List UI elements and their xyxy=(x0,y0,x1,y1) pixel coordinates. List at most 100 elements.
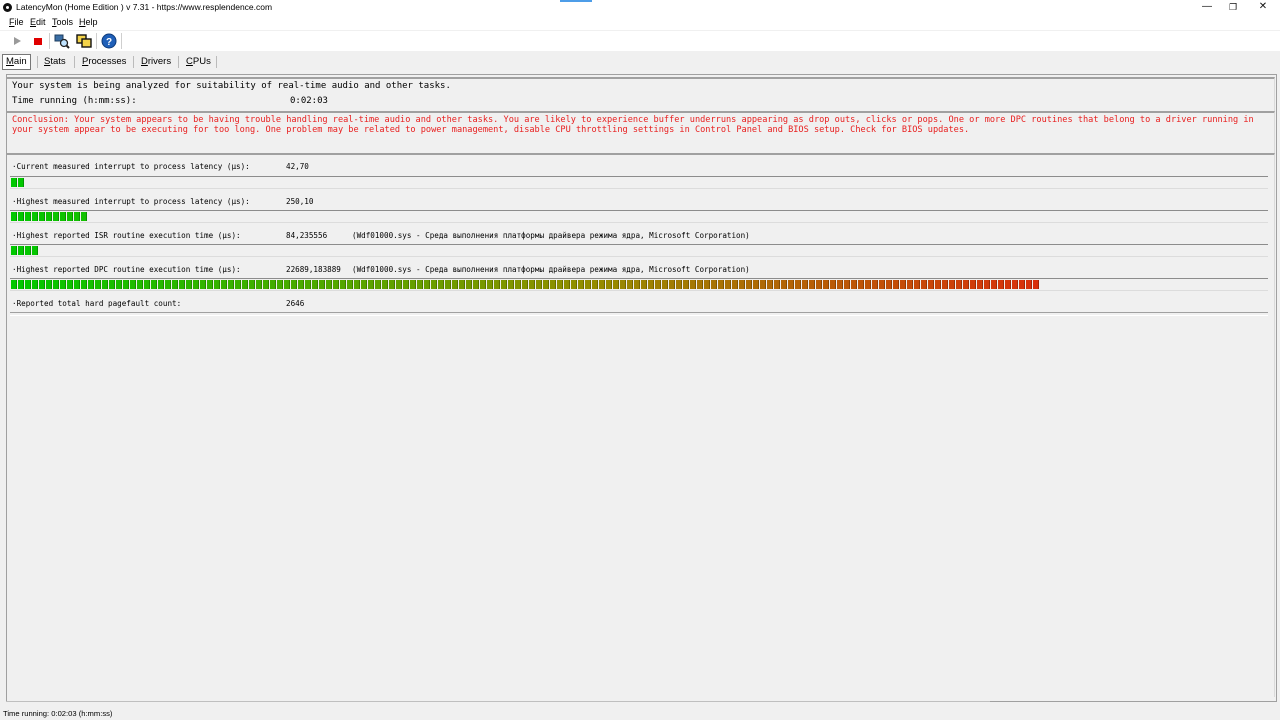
bar-segment xyxy=(907,280,913,289)
window-title: LatencyMon (Home Edition ) v 7.31 - http… xyxy=(16,2,273,12)
dpc-time-bar-fill xyxy=(11,280,1040,289)
tab-processes[interactable]: Processes xyxy=(79,55,129,69)
bar-segment xyxy=(550,280,556,289)
highest-latency-value: 250,10 xyxy=(286,197,314,206)
stop-icon xyxy=(34,38,42,45)
tab-main[interactable]: Main xyxy=(2,54,31,70)
tab-bar: Main Stats Processes Drivers CPUs xyxy=(0,52,1280,72)
bar-segment xyxy=(522,280,528,289)
driver-search-button[interactable] xyxy=(54,33,70,49)
bar-segment xyxy=(515,280,521,289)
bar-segment xyxy=(235,280,241,289)
bar-segment xyxy=(102,280,108,289)
windows-button[interactable] xyxy=(76,33,92,49)
bar-segment xyxy=(46,280,52,289)
bar-segment xyxy=(732,280,738,289)
menu-tools[interactable]: Tools xyxy=(52,17,73,27)
bar-segment xyxy=(760,280,766,289)
play-icon xyxy=(14,37,21,45)
bar-segment xyxy=(32,246,38,255)
bar-segment xyxy=(11,212,17,221)
bar-segment xyxy=(242,280,248,289)
bar-segment xyxy=(158,280,164,289)
bar-segment xyxy=(592,280,598,289)
dpc-driver-info: (Wdf01000.sys - Среда выполнения платфор… xyxy=(352,265,750,274)
bar-segment xyxy=(697,280,703,289)
tab-separator xyxy=(133,56,134,68)
tab-drivers[interactable]: Drivers xyxy=(138,55,174,69)
horizontal-scrollbar[interactable] xyxy=(6,701,990,705)
menu-edit[interactable]: Edit xyxy=(30,17,46,27)
bar-segment xyxy=(704,280,710,289)
bar-segment xyxy=(340,280,346,289)
menu-file[interactable]: File xyxy=(9,17,24,27)
bar-segment xyxy=(81,280,87,289)
bar-segment xyxy=(914,280,920,289)
bar-segment xyxy=(634,280,640,289)
bar-segment xyxy=(179,280,185,289)
toolbar-separator xyxy=(121,33,122,49)
bar-segment xyxy=(130,280,136,289)
bar-segment xyxy=(11,246,17,255)
bar-segment xyxy=(669,280,675,289)
tab-separator xyxy=(178,56,179,68)
bar-segment xyxy=(11,280,17,289)
bar-segment xyxy=(487,280,493,289)
close-button[interactable]: ✕ xyxy=(1246,0,1280,15)
bar-segment xyxy=(956,280,962,289)
bar-segment xyxy=(25,212,31,221)
bar-segment xyxy=(270,280,276,289)
analysis-status-text: Your system is being analyzed for suitab… xyxy=(12,81,451,91)
bar-segment xyxy=(375,280,381,289)
stop-button[interactable] xyxy=(30,33,46,49)
menu-file-label: ile xyxy=(14,17,24,27)
bar-segment xyxy=(991,280,997,289)
bar-segment xyxy=(606,280,612,289)
menu-help[interactable]: Help xyxy=(79,17,98,27)
bar-segment xyxy=(928,280,934,289)
isr-time-bar xyxy=(10,244,1268,257)
bar-segment xyxy=(970,280,976,289)
bar-segment xyxy=(319,280,325,289)
play-button[interactable] xyxy=(9,33,25,49)
bar-segment xyxy=(452,280,458,289)
highest-latency-bar-fill xyxy=(11,212,88,221)
bar-segment xyxy=(830,280,836,289)
bar-segment xyxy=(214,280,220,289)
tab-cpus[interactable]: CPUs xyxy=(183,55,214,69)
tab-main-label: ain xyxy=(13,56,27,67)
bar-segment xyxy=(200,280,206,289)
bar-segment xyxy=(781,280,787,289)
bar-segment xyxy=(809,280,815,289)
bar-segment xyxy=(60,212,66,221)
highest-latency-bar xyxy=(10,210,1268,223)
bar-segment xyxy=(536,280,542,289)
bar-segment xyxy=(53,280,59,289)
bar-segment xyxy=(725,280,731,289)
status-time-running: Time running: 0:02:03 (h:mm:ss) xyxy=(3,709,113,718)
bar-segment xyxy=(431,280,437,289)
bar-segment xyxy=(81,212,87,221)
tab-processes-label: rocesses xyxy=(88,56,127,67)
bar-segment xyxy=(18,246,24,255)
bar-segment xyxy=(74,212,80,221)
bar-segment xyxy=(32,280,38,289)
bar-segment xyxy=(60,280,66,289)
help-button[interactable]: ? xyxy=(101,33,117,49)
isr-time-label: ·Highest reported ISR routine execution … xyxy=(12,231,241,240)
bar-segment xyxy=(305,280,311,289)
bar-segment xyxy=(11,178,17,187)
bar-segment xyxy=(39,212,45,221)
tab-stats[interactable]: Stats xyxy=(41,55,69,69)
bar-segment xyxy=(277,280,283,289)
bar-segment xyxy=(298,280,304,289)
bar-segment xyxy=(95,280,101,289)
bar-segment xyxy=(529,280,535,289)
bar-segment xyxy=(459,280,465,289)
menu-bar: File Edit Tools Help xyxy=(0,15,1280,30)
bar-segment xyxy=(186,280,192,289)
menu-tools-label: ools xyxy=(56,17,74,27)
bar-segment xyxy=(935,280,941,289)
bar-segment xyxy=(949,280,955,289)
restore-button[interactable]: ❐ xyxy=(1216,0,1250,15)
